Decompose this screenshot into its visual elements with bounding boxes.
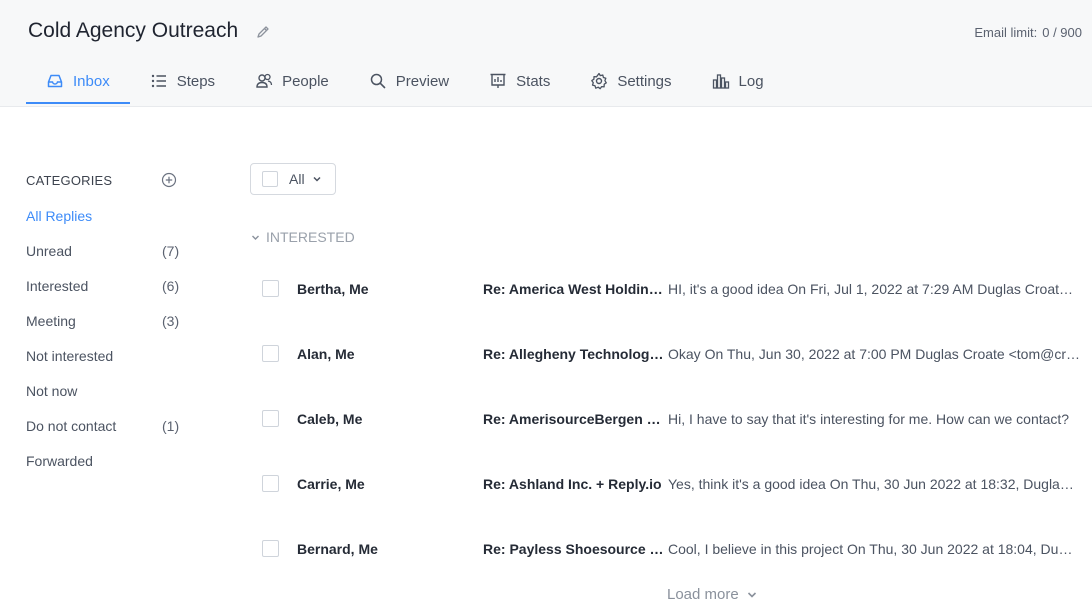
tab-label: Inbox	[73, 72, 110, 90]
email-snippet: Cool, I believe in this project On Thu, …	[668, 540, 1080, 557]
category-label: Do not contact	[26, 417, 117, 434]
email-subject: Re: Ashland Inc. + Reply.io	[483, 475, 662, 492]
chevron-down-icon	[313, 176, 321, 182]
category-forwarded[interactable]: Forwarded	[26, 443, 186, 478]
email-row[interactable]: Bernard, Me Re: Payless Shoesource Inc. …	[250, 516, 1092, 581]
email-subject: Re: AmerisourceBergen + Reply.io	[483, 410, 665, 427]
chevron-down-icon	[252, 235, 259, 240]
people-icon	[256, 73, 273, 88]
email-limit-label: Email limit:	[974, 25, 1038, 40]
category-count: (1)	[162, 417, 180, 434]
category-all-replies[interactable]: All Replies	[26, 198, 186, 233]
gear-icon	[591, 72, 608, 90]
search-icon	[370, 73, 386, 89]
category-label: Unread	[26, 242, 72, 259]
row-checkbox[interactable]	[262, 540, 279, 557]
tab-label: Steps	[176, 72, 216, 90]
categories-sidebar: CATEGORIES All Replies Unread (7) Intere…	[26, 162, 186, 478]
category-count: (3)	[162, 312, 180, 329]
tab-label: Preview	[395, 72, 450, 90]
email-snippet: Yes, think it's a good idea On Thu, 30 J…	[668, 475, 1080, 492]
category-unread[interactable]: Unread (7)	[26, 233, 186, 268]
tab-settings[interactable]: Settings	[570, 60, 691, 104]
categories-header: CATEGORIES	[26, 162, 186, 198]
select-all-dropdown[interactable]: All	[250, 163, 336, 195]
email-snippet: HI, it's a good idea On Fri, Jul 1, 2022…	[668, 280, 1080, 297]
email-list: Bertha, Me Re: America West Holdings + R…	[250, 256, 1092, 581]
email-limit-value: 0 / 900	[1042, 25, 1082, 40]
row-checkbox[interactable]	[262, 475, 279, 492]
category-not-interested[interactable]: Not interested	[26, 338, 186, 373]
email-snippet: Hi, I have to say that it's interesting …	[668, 410, 1070, 427]
categories-title: CATEGORIES	[26, 172, 113, 188]
tab-log[interactable]: Log	[692, 60, 784, 104]
row-checkbox[interactable]	[262, 345, 279, 362]
filter-label: All	[289, 171, 305, 187]
category-count: (6)	[162, 277, 180, 294]
row-checkbox[interactable]	[262, 280, 279, 297]
tab-label: Settings	[617, 72, 672, 90]
top-bar: Cold Agency Outreach Email limit: 0 / 900…	[0, 0, 1092, 107]
category-label: Not interested	[26, 347, 114, 364]
email-from: Bernard, Me	[297, 540, 378, 557]
tab-label: Stats	[516, 72, 551, 90]
tab-inbox[interactable]: Inbox	[26, 60, 130, 104]
email-from: Caleb, Me	[297, 410, 363, 427]
category-interested[interactable]: Interested (6)	[26, 268, 186, 303]
email-subject: Re: America West Holdings + Reply.io	[483, 280, 665, 297]
email-from: Bertha, Me	[297, 280, 369, 297]
email-row[interactable]: Alan, Me Re: Allegheny Technologies + Re…	[250, 321, 1092, 386]
campaign-title: Cold Agency Outreach	[28, 19, 239, 42]
category-label: Meeting	[26, 312, 76, 329]
chevron-down-icon	[747, 591, 756, 598]
email-subject: Re: Payless Shoesource Inc. + Reply.io	[483, 540, 665, 557]
category-label: All Replies	[26, 207, 93, 224]
category-count: (7)	[162, 242, 180, 259]
tab-stats[interactable]: Stats	[469, 60, 570, 104]
email-limit: Email limit: 0 / 900	[974, 25, 1082, 40]
group-label: INTERESTED	[266, 229, 355, 245]
category-label: Interested	[26, 277, 89, 294]
category-label: Forwarded	[26, 452, 93, 469]
category-do-not-contact[interactable]: Do not contact (1)	[26, 408, 186, 443]
stats-icon	[490, 73, 506, 88]
email-snippet: Okay On Thu, Jun 30, 2022 at 7:00 PM Dug…	[668, 345, 1080, 362]
load-more-button[interactable]: Load more	[667, 586, 758, 603]
email-subject: Re: Allegheny Technologies + Reply.io	[483, 345, 665, 362]
tab-label: People	[282, 72, 329, 90]
category-label: Not now	[26, 382, 78, 399]
category-not-now[interactable]: Not now	[26, 373, 186, 408]
tab-preview[interactable]: Preview	[349, 60, 469, 104]
tab-label: Log	[738, 72, 764, 90]
list-icon	[151, 74, 166, 88]
email-row[interactable]: Bertha, Me Re: America West Holdings + R…	[250, 256, 1092, 321]
add-circle-icon[interactable]	[161, 172, 177, 188]
row-checkbox[interactable]	[262, 410, 279, 427]
tab-bar: Inbox Steps People Preview Stats Setting…	[26, 60, 784, 106]
tab-people[interactable]: People	[235, 60, 349, 104]
email-from: Carrie, Me	[297, 475, 365, 492]
pencil-icon[interactable]	[256, 25, 270, 39]
load-more-label: Load more	[667, 586, 739, 603]
inbox-icon	[47, 74, 63, 88]
email-row[interactable]: Carrie, Me Re: Ashland Inc. + Reply.io Y…	[250, 451, 1092, 516]
group-header-interested[interactable]: INTERESTED	[251, 229, 355, 245]
bar-chart-icon	[712, 74, 729, 89]
email-from: Alan, Me	[297, 345, 355, 362]
email-row[interactable]: Caleb, Me Re: AmerisourceBergen + Reply.…	[250, 386, 1092, 451]
select-all-checkbox[interactable]	[262, 171, 278, 187]
category-meeting[interactable]: Meeting (3)	[26, 303, 186, 338]
tab-steps[interactable]: Steps	[130, 60, 235, 104]
